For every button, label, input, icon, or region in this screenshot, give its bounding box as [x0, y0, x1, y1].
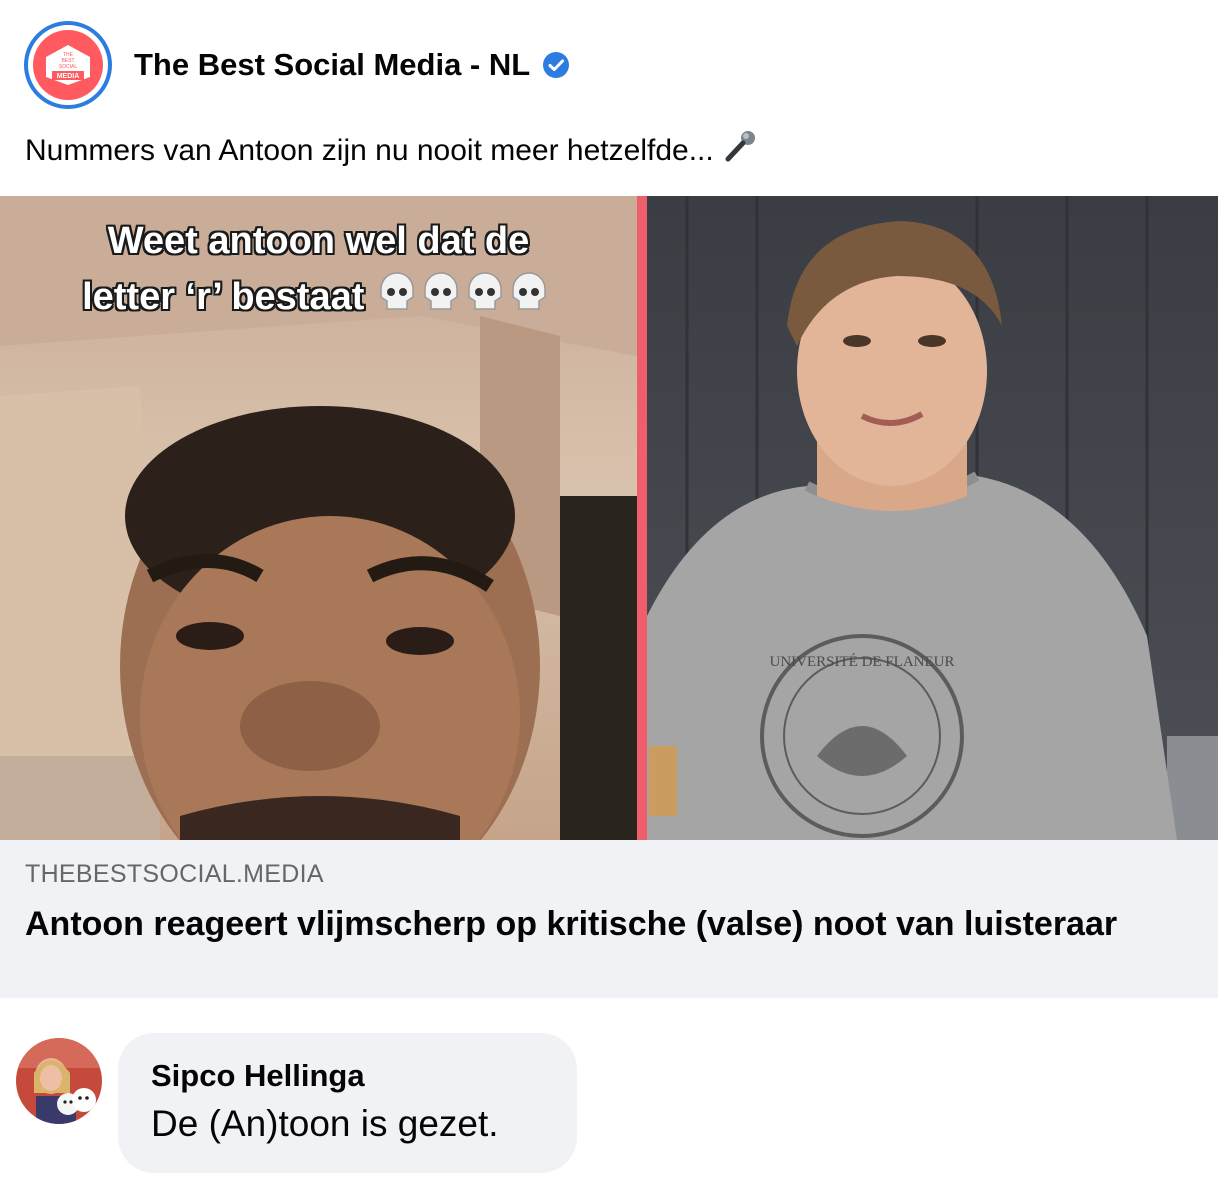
svg-text:MEDIA: MEDIA: [57, 73, 80, 80]
comment-author[interactable]: Sipco Hellinga: [151, 1057, 577, 1095]
post-caption-text: Nummers van Antoon zijn nu nooit meer he…: [25, 134, 714, 167]
link-preview[interactable]: THEBESTSOCIAL.MEDIA Antoon reageert vlij…: [0, 840, 1218, 998]
overlay-caption-line1: Weet antoon wel dat de: [107, 220, 530, 262]
page-avatar[interactable]: THE BEST SOCIAL MEDIA: [24, 21, 112, 109]
post-image[interactable]: Weet antoon wel dat de letter ‘r’ bestaa…: [0, 196, 1218, 840]
overlay-caption-line2-text: letter ‘r’ bestaat: [82, 276, 365, 318]
commenter-avatar[interactable]: [16, 1038, 102, 1124]
overlay-caption-line2: letter ‘r’ bestaat: [0, 270, 637, 324]
post-header: THE BEST SOCIAL MEDIA The Best Social Me…: [24, 20, 570, 110]
link-title[interactable]: Antoon reageert vlijmscherp op kritische…: [25, 902, 1145, 946]
skull-icon: [375, 272, 555, 318]
comment-bubble: Sipco Hellinga De (An)toon is gezet.: [118, 1033, 577, 1173]
video-still-right: UNIVERSITÉ DE FLANEUR: [647, 196, 1218, 840]
post-caption: Nummers van Antoon zijn nu nooit meer he…: [25, 128, 758, 175]
page-logo: THE BEST SOCIAL MEDIA: [33, 30, 103, 100]
video-still-left: Weet antoon wel dat de letter ‘r’ bestaa…: [0, 196, 637, 840]
page-name-label[interactable]: The Best Social Media - NL: [134, 47, 530, 83]
svg-text:UNIVERSITÉ DE FLANEUR: UNIVERSITÉ DE FLANEUR: [770, 653, 955, 670]
comment-text: De (An)toon is gezet.: [151, 1103, 499, 1144]
verified-badge-icon: [542, 51, 570, 79]
page-name[interactable]: The Best Social Media - NL: [134, 47, 570, 83]
svg-text:SOCIAL: SOCIAL: [59, 64, 78, 70]
microphone-icon: [722, 128, 758, 175]
link-domain: THEBESTSOCIAL.MEDIA: [25, 860, 324, 888]
image-divider: [637, 196, 647, 840]
